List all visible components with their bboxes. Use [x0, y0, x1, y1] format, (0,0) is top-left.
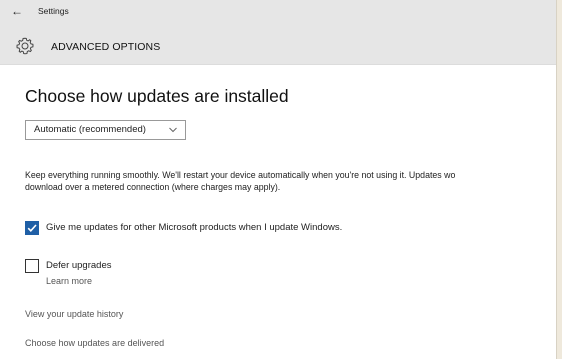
install-description: Keep everything running smoothly. We'll … — [25, 169, 556, 193]
install-mode-dropdown[interactable]: Automatic (recommended) — [25, 120, 186, 140]
gear-icon — [16, 37, 34, 55]
chevron-down-icon — [169, 127, 177, 133]
defer-upgrades-label: Defer upgrades — [46, 260, 112, 271]
description-line: download over a metered connection (wher… — [25, 182, 281, 192]
settings-window: ← Settings ADVANCED OPTIONS Choose how u… — [0, 0, 557, 359]
window-title: Settings — [38, 6, 69, 16]
install-mode-selected-value: Automatic (recommended) — [34, 124, 146, 135]
checkmark-icon — [27, 224, 37, 232]
section-title: ADVANCED OPTIONS — [51, 41, 161, 53]
microsoft-updates-checkbox[interactable] — [25, 221, 39, 235]
description-line: Keep everything running smoothly. We'll … — [25, 170, 456, 180]
microsoft-updates-label: Give me updates for other Microsoft prod… — [46, 222, 343, 233]
learn-more-link[interactable]: Learn more — [46, 276, 92, 286]
back-arrow-icon[interactable]: ← — [11, 4, 23, 18]
page-title: Choose how updates are installed — [25, 86, 289, 106]
defer-upgrades-checkbox[interactable] — [25, 259, 39, 273]
update-history-link[interactable]: View your update history — [25, 309, 123, 319]
page-header: ADVANCED OPTIONS — [0, 30, 556, 65]
title-bar: ← Settings — [0, 0, 556, 34]
delivery-options-link[interactable]: Choose how updates are delivered — [25, 338, 164, 348]
